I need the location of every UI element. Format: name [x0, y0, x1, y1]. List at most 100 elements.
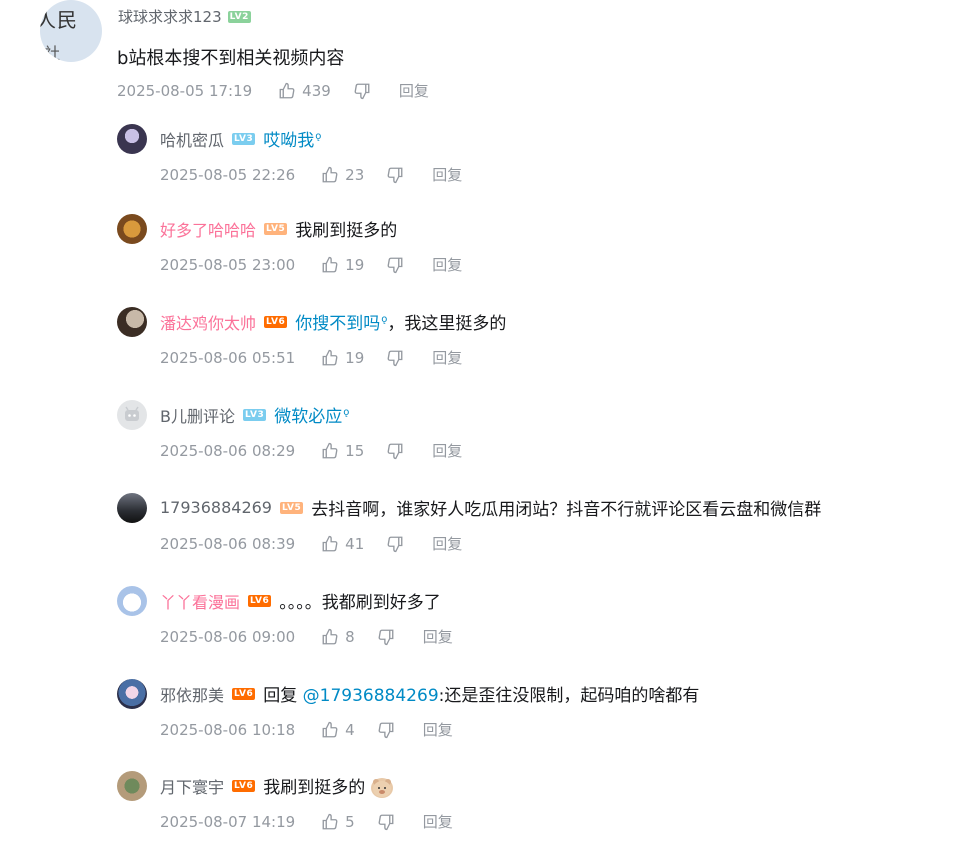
reply-line: 好多了哈哈哈 LV5 我刷到挺多的	[160, 216, 397, 242]
dislike-button[interactable]	[353, 82, 371, 100]
avatar[interactable]	[117, 214, 147, 244]
thumbs-down-icon	[386, 535, 404, 553]
reply-username[interactable]: B儿删评论	[160, 403, 235, 427]
reply-text: 去抖音啊，谁家好人吃瓜用闭站？抖音不行就评论区看云盘和微信群	[311, 500, 822, 520]
keyword-text: 微软必应	[274, 407, 343, 427]
avatar[interactable]	[117, 400, 147, 430]
dislike-button[interactable]	[377, 721, 395, 739]
reply-meta: 2025-08-07 14:19 5 回复	[160, 811, 453, 832]
thumbs-up-icon	[321, 628, 339, 646]
mention-link[interactable]: @17936884269	[303, 686, 439, 706]
main-avatar[interactable]: 人民 社	[40, 0, 102, 62]
reply-button[interactable]: 回复	[432, 254, 462, 275]
thumbs-up-icon	[321, 813, 339, 831]
main-user-line: 球球求求求123 LV2	[118, 6, 251, 27]
comment-time: 2025-08-06 05:51	[160, 348, 296, 367]
main-username[interactable]: 球球求求求123	[118, 6, 222, 27]
dislike-button[interactable]	[377, 628, 395, 646]
thumbs-up-icon	[321, 721, 339, 739]
like-button[interactable]: 19	[321, 349, 364, 367]
reply-item: 邪依那美 LV6 回复 @17936884269:还是歪往没限制，起码咱的啥都有…	[117, 679, 937, 759]
like-count: 23	[345, 165, 365, 184]
like-button[interactable]: 23	[321, 166, 364, 184]
avatar[interactable]	[117, 679, 147, 709]
dislike-button[interactable]	[386, 535, 404, 553]
reply-line: 月下寰宇 LV6 我刷到挺多的	[160, 773, 393, 798]
reply-text: ，我这里挺多的	[387, 314, 507, 334]
thumbs-up-icon	[278, 82, 296, 100]
reply-username[interactable]: 月下寰宇	[160, 774, 224, 798]
thumbs-up-icon	[321, 349, 339, 367]
avatar[interactable]	[117, 124, 147, 154]
reply-button[interactable]: 回复	[432, 347, 462, 368]
reply-button[interactable]: 回复	[432, 533, 462, 554]
like-button[interactable]: 8	[321, 628, 355, 646]
like-button[interactable]: 41	[321, 535, 364, 553]
comment-time: 2025-08-05 23:00	[160, 255, 296, 274]
like-button[interactable]: 4	[321, 721, 355, 739]
reply-content: 你搜不到吗ǫ，我这里挺多的	[295, 309, 506, 334]
dislike-button[interactable]	[386, 349, 404, 367]
reply-button[interactable]: 回复	[432, 164, 462, 185]
comment-time: 2025-08-06 10:18	[160, 720, 296, 739]
reply-button[interactable]: 回复	[423, 811, 453, 832]
like-button[interactable]: 5	[321, 813, 355, 831]
like-button[interactable]: 19	[321, 256, 364, 274]
dislike-button[interactable]	[386, 442, 404, 460]
like-count: 41	[345, 534, 365, 553]
reply-meta: 2025-08-06 10:18 4 回复	[160, 719, 453, 740]
reply-button[interactable]: 回复	[432, 440, 462, 461]
reply-text: 。。。。我都刷到好多了	[279, 593, 441, 613]
level-badge: LV3	[232, 132, 256, 145]
search-icon: ǫ	[315, 131, 322, 143]
avatar[interactable]	[117, 586, 147, 616]
like-count: 19	[345, 255, 365, 274]
like-count: 15	[345, 441, 365, 460]
reply-username[interactable]: 丫丫看漫画	[160, 589, 240, 613]
reply-username[interactable]: 潘达鸡你太帅	[160, 310, 256, 334]
like-count: 19	[345, 348, 365, 367]
reply-line: 哈机密瓜 LV3 哎呦我ǫ	[160, 126, 321, 152]
comment-time: 2025-08-05 17:19	[117, 81, 253, 100]
main-comment-text: b站根本搜不到相关视频内容	[117, 48, 345, 69]
reply-username[interactable]: 邪依那美	[160, 682, 224, 706]
search-keyword-link[interactable]: 微软必应ǫ	[274, 407, 349, 427]
bear-emoji-icon	[370, 778, 393, 798]
reply-button[interactable]: 回复	[399, 80, 429, 101]
search-keyword-link[interactable]: 你搜不到吗ǫ	[295, 314, 387, 334]
reply-line: 丫丫看漫画 LV6 。。。。我都刷到好多了	[160, 588, 441, 614]
comment-time: 2025-08-06 08:29	[160, 441, 296, 460]
thumbs-down-icon	[386, 256, 404, 274]
reply-line: 潘达鸡你太帅 LV6 你搜不到吗ǫ，我这里挺多的	[160, 309, 506, 335]
avatar[interactable]	[117, 307, 147, 337]
like-button[interactable]: 439	[278, 82, 331, 100]
like-button[interactable]: 15	[321, 442, 364, 460]
level-badge: LV5	[279, 501, 304, 514]
reply-username[interactable]: 17936884269	[160, 498, 272, 517]
dislike-button[interactable]	[386, 256, 404, 274]
keyword-text: 哎呦我	[263, 131, 315, 151]
reply-button[interactable]: 回复	[423, 719, 453, 740]
reply-button[interactable]: 回复	[423, 626, 453, 647]
reply-username[interactable]: 好多了哈哈哈	[160, 217, 256, 241]
avatar-text-2: 社	[44, 44, 61, 62]
thumbs-up-icon	[321, 535, 339, 553]
dislike-button[interactable]	[377, 813, 395, 831]
thumbs-down-icon	[386, 442, 404, 460]
like-count: 439	[302, 81, 331, 100]
reply-item: 月下寰宇 LV6 我刷到挺多的 2025-08-07 14:19 5 回复	[117, 771, 937, 851]
reply-meta: 2025-08-06 05:51 19 回复	[160, 347, 462, 368]
avatar[interactable]	[117, 771, 147, 801]
reply-username[interactable]: 哈机密瓜	[160, 127, 224, 151]
reply-item: 丫丫看漫画 LV6 。。。。我都刷到好多了 2025-08-06 09:00 8…	[117, 586, 937, 666]
search-keyword-link[interactable]: 哎呦我ǫ	[263, 131, 321, 151]
reply-item: 潘达鸡你太帅 LV6 你搜不到吗ǫ，我这里挺多的 2025-08-06 05:5…	[117, 307, 937, 387]
avatar[interactable]	[117, 493, 147, 523]
dislike-button[interactable]	[386, 166, 404, 184]
level-badge: LV6	[232, 779, 256, 792]
thumbs-down-icon	[386, 349, 404, 367]
reply-line: 邪依那美 LV6 回复 @17936884269:还是歪往没限制，起码咱的啥都有	[160, 681, 699, 707]
reply-meta: 2025-08-06 08:29 15 回复	[160, 440, 462, 461]
reply-meta: 2025-08-06 08:39 41 回复	[160, 533, 462, 554]
reply-meta: 2025-08-06 09:00 8 回复	[160, 626, 453, 647]
